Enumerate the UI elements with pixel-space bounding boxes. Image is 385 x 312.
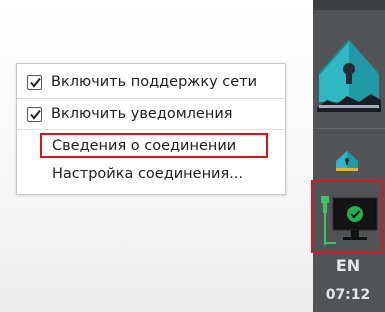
house-keyhole-icon[interactable] [313, 22, 385, 118]
menu-item-enable-networking[interactable]: Включить поддержку сети [17, 68, 285, 96]
taskbar: EN 07:12 [311, 0, 385, 312]
menu-item-label: Настройка соединения... [52, 166, 244, 182]
menu-separator [17, 129, 285, 130]
taskbar-separator [313, 128, 385, 129]
menu-item-label: Включить уведомления [51, 106, 233, 122]
menu-separator [17, 98, 285, 99]
keyboard-layout-indicator[interactable]: EN [313, 256, 383, 275]
network-connected-icon[interactable] [313, 182, 383, 252]
menu-item-label: Включить поддержку сети [51, 74, 258, 90]
taskbar-top-strip [313, 0, 385, 10]
clock[interactable]: 07:12 [313, 287, 383, 303]
checkbox-checked-icon[interactable] [27, 106, 42, 122]
menu-item-connection-information[interactable]: Сведения о соединении [17, 132, 285, 160]
menu-item-enable-notifications[interactable]: Включить уведомления [17, 100, 285, 128]
menu-item-edit-connections[interactable]: Настройка соединения... [17, 160, 285, 188]
network-context-menu: Включить поддержку сети Включить уведомл… [16, 63, 286, 195]
update-notifier-icon[interactable] [333, 148, 361, 174]
menu-item-label: Сведения о соединении [52, 138, 237, 154]
checkbox-checked-icon[interactable] [27, 74, 42, 90]
